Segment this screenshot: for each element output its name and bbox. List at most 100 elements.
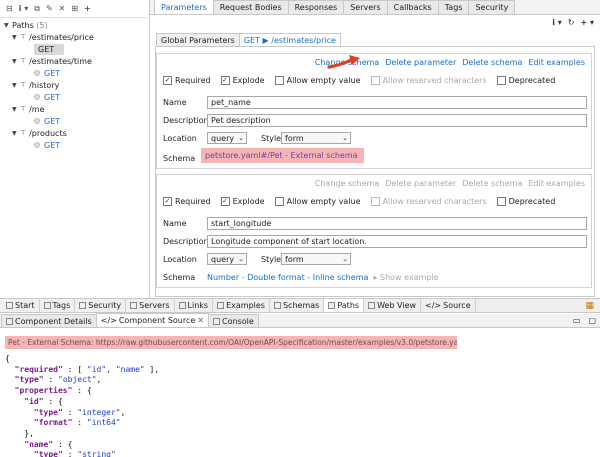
deprecated-checkbox[interactable] (496, 76, 506, 85)
chevron-down-icon[interactable]: ▼ (12, 130, 20, 137)
info-icon[interactable]: i ▾ (552, 18, 562, 27)
editor-tab-bar: Parameters Request Bodies Responses Serv… (150, 0, 600, 15)
tab-console[interactable]: Console (208, 314, 259, 327)
style-value: form (285, 254, 304, 264)
tree-operation-item[interactable]: GET (34, 139, 60, 151)
allow-reserved-checkbox[interactable] (370, 76, 380, 85)
required-checkbox[interactable]: ✓ (163, 197, 172, 206)
delete-parameter-link[interactable]: Delete parameter (385, 58, 456, 67)
allow-empty-label: Allow empty value (286, 197, 361, 206)
tab-web-view[interactable]: Web View (364, 299, 422, 312)
refresh-icon[interactable]: ↻ (568, 18, 575, 27)
tree-path-item[interactable]: ▼ ⊤/products (12, 127, 67, 139)
name-field[interactable]: pet_name (207, 96, 587, 109)
allow-reserved-label: Allow reserved characters (382, 76, 487, 85)
tree-path-item[interactable]: ▼ ⊤/estimates/time (12, 55, 92, 67)
tab-component-source[interactable]: </> Component Source ✕ (95, 313, 210, 327)
show-example-link[interactable]: Show example (380, 273, 439, 282)
tab-tags[interactable]: Tags (437, 0, 470, 14)
edit-icon[interactable]: ✎ (46, 4, 53, 13)
schema-label: Schema (163, 154, 196, 163)
delete-schema-link[interactable]: Delete schema (462, 58, 522, 67)
schema-icon (273, 302, 281, 309)
deprecated-checkbox[interactable] (496, 197, 506, 206)
edit-examples-link[interactable]: Edit examples (528, 179, 585, 188)
grid-icon[interactable]: ▦ (585, 301, 600, 311)
json-source-code[interactable]: { "required" : [ "id", "name" ], "type" … (5, 354, 159, 457)
operation-method: GET (243, 35, 260, 45)
delete-parameter-link[interactable]: Delete parameter (385, 179, 456, 188)
tab-schemas-view[interactable]: Schemas (270, 299, 325, 312)
allow-reserved-checkbox[interactable] (370, 197, 380, 206)
tree-path-item[interactable]: ▼ ⊤/me (12, 103, 45, 115)
tree-operation-item[interactable]: GET (34, 91, 60, 103)
edit-examples-link[interactable]: Edit examples (528, 58, 585, 67)
delete-schema-link[interactable]: Delete schema (462, 179, 522, 188)
chevron-down-icon[interactable]: ▼ (12, 58, 20, 65)
expand-icon[interactable]: ⊞ (71, 4, 78, 13)
tab-links-view[interactable]: Links (175, 299, 214, 312)
schema-kind-link[interactable]: Inline schema (313, 273, 369, 282)
style-value: form (285, 133, 304, 143)
change-schema-link[interactable]: Change schema (315, 179, 379, 188)
deprecated-label: Deprecated (508, 197, 556, 206)
tree-operation-label: GET (34, 43, 65, 55)
explode-checkbox[interactable]: ✓ (220, 197, 230, 206)
chevron-down-icon[interactable]: ▼ (12, 34, 20, 41)
tab-responses[interactable]: Responses (287, 0, 345, 14)
tree-root-paths[interactable]: ▼ Paths (5) (4, 19, 48, 31)
tab-tags-view[interactable]: Tags (40, 299, 76, 312)
explode-checkbox[interactable]: ✓ (220, 76, 230, 85)
tab-start[interactable]: Start (2, 299, 40, 312)
tab-servers-view[interactable]: Servers (126, 299, 175, 312)
delete-icon[interactable]: ✕ (59, 4, 66, 13)
style-select[interactable]: form ⌄ (281, 132, 351, 144)
tab-servers[interactable]: Servers (343, 0, 388, 14)
allow-empty-checkbox[interactable] (274, 197, 284, 206)
tab-security[interactable]: Security (468, 0, 516, 14)
chevron-down-icon[interactable]: ▼ (4, 22, 12, 29)
chevron-down-icon[interactable]: ▼ (12, 106, 20, 113)
description-field[interactable]: Pet description (207, 114, 587, 127)
tab-parameters[interactable]: Parameters (154, 0, 214, 14)
tab-source-view[interactable]: </> Source (421, 299, 476, 312)
add-icon[interactable]: + ▾ (580, 18, 594, 27)
tab-security-view[interactable]: Security (75, 299, 127, 312)
tab-current-operation[interactable]: GET ▶ /estimates/price (238, 33, 341, 46)
required-checkbox[interactable]: ✓ (163, 76, 172, 85)
tree-operation-item[interactable]: GET (34, 67, 60, 79)
tab-callbacks[interactable]: Callbacks (386, 0, 439, 14)
tab-global-parameters[interactable]: Global Parameters (156, 33, 240, 46)
tab-paths-view[interactable]: Paths (324, 299, 365, 312)
tree-path-item[interactable]: ▼ ⊤/history (12, 79, 59, 91)
parameter-card-pet-name: Change schema Delete parameter Delete sc… (156, 53, 592, 169)
chevron-down-icon[interactable]: ▼ (12, 82, 20, 89)
maximize-icon[interactable]: ▢ (584, 316, 600, 327)
operation-icon (34, 118, 40, 124)
tree-operation-item[interactable]: GET (34, 43, 65, 55)
name-field[interactable]: start_longitude (207, 217, 587, 230)
tree-operation-item[interactable]: GET (34, 115, 60, 127)
description-field[interactable]: Longitude component of start location. (207, 235, 587, 248)
inline-schema-summary: Number - Double format - Inline schema ▸… (207, 273, 439, 282)
location-select[interactable]: query ⌄ (207, 253, 247, 265)
style-select[interactable]: form ⌄ (281, 253, 351, 265)
info-icon[interactable]: i ▾ (19, 4, 29, 13)
tab-request-bodies[interactable]: Request Bodies (212, 0, 289, 14)
external-schema-link[interactable]: petstore.yaml#/Pet - External schema (201, 148, 364, 163)
explode-label: Explode (232, 197, 265, 206)
schema-type-link[interactable]: Number (207, 273, 239, 282)
allow-empty-checkbox[interactable] (274, 76, 284, 85)
tab-examples-view[interactable]: Examples (213, 299, 270, 312)
tree-toolbar: ⊟ i ▾ ⧉ ✎ ✕ ⊞ + (0, 0, 150, 18)
location-select[interactable]: query ⌄ (207, 132, 247, 144)
close-icon[interactable]: ✕ (197, 316, 204, 325)
copy-icon[interactable]: ⧉ (34, 4, 40, 14)
add-icon[interactable]: + (84, 4, 91, 13)
parameter-flags: ✓ Required ✓ Explode Allow empty value All… (163, 76, 561, 85)
collapse-all-icon[interactable]: ⊟ (6, 4, 13, 13)
tab-component-details[interactable]: Component Details (1, 314, 97, 327)
schema-format-link[interactable]: Double format (247, 273, 305, 282)
minimize-icon[interactable]: ▭ (569, 316, 585, 327)
tree-path-item[interactable]: ▼ ⊤/estimates/price (12, 31, 94, 43)
